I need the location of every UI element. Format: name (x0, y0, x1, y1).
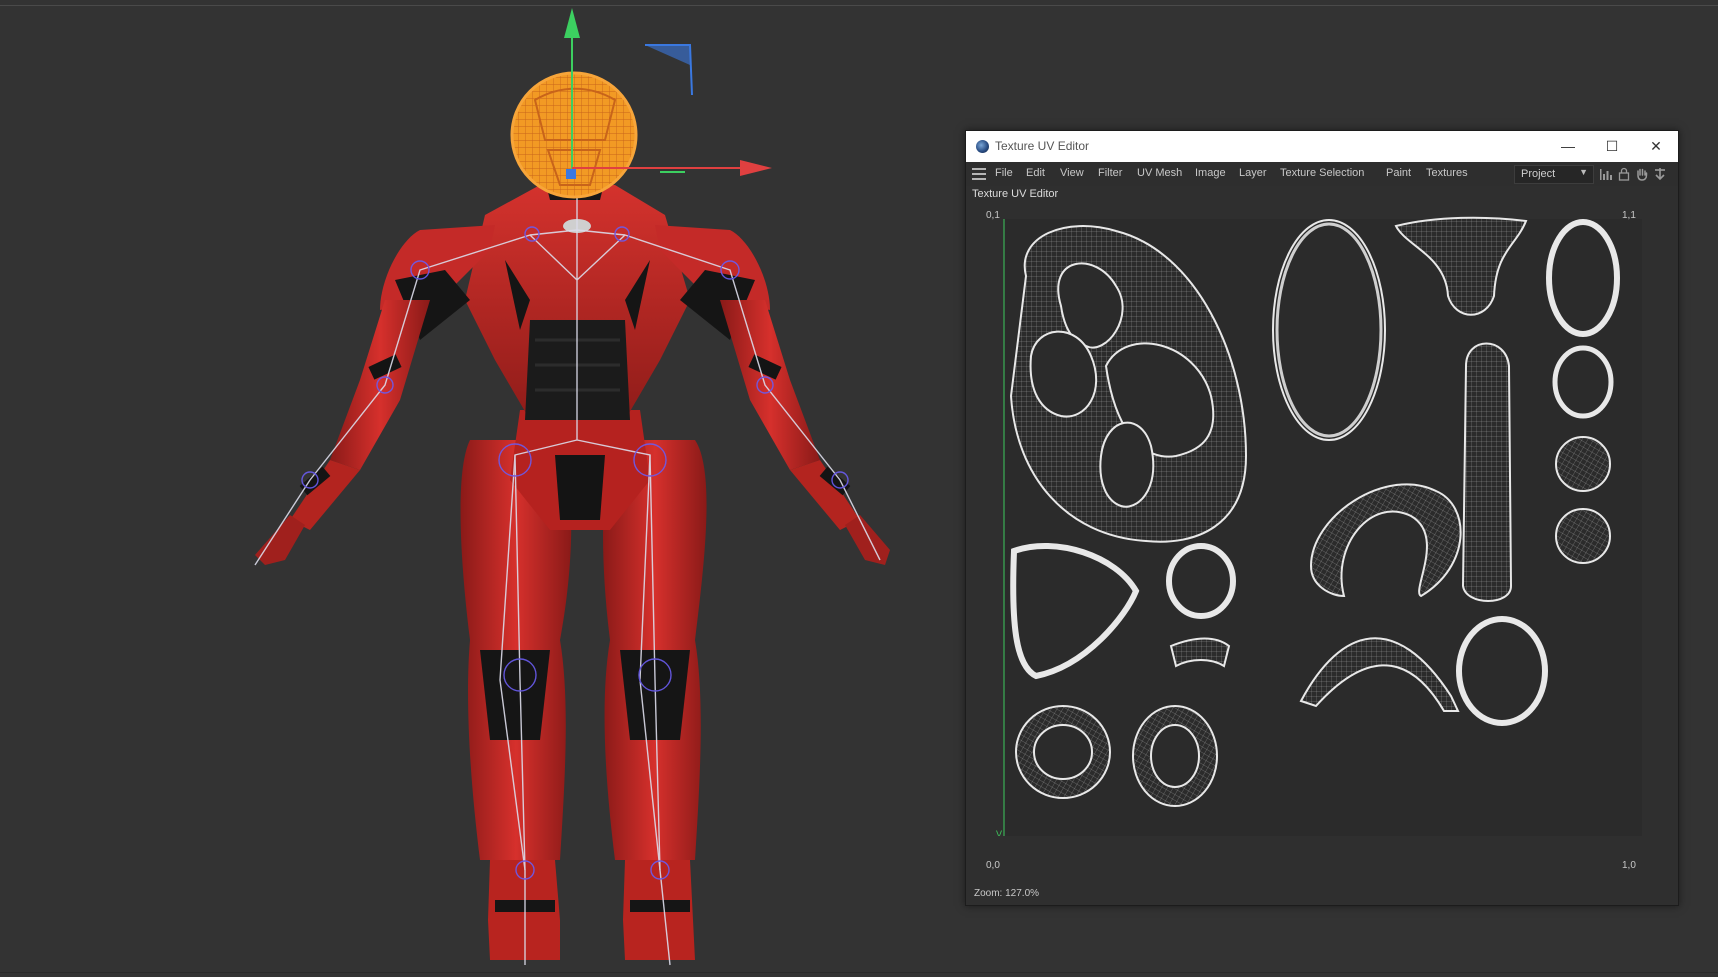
menu-paint[interactable]: Paint (1386, 167, 1411, 179)
mode-select-value: Project (1521, 168, 1556, 180)
menu-image[interactable]: Image (1195, 167, 1226, 179)
z-axis-handle (566, 169, 576, 179)
window-titlebar[interactable]: Texture UV Editor — ☐ ✕ (966, 131, 1678, 162)
uv-canvas[interactable]: V U 0,1 1,1 0,0 1,0 (966, 206, 1678, 871)
chevron-down-icon: ▼ (1579, 167, 1588, 177)
v-axis-label: V (996, 829, 1002, 836)
x-axis-arrow (740, 160, 772, 176)
minimize-icon[interactable]: — (1546, 131, 1590, 162)
right-arm (720, 300, 890, 565)
hamburger-menu-icon[interactable] (972, 168, 986, 180)
menu-uv-mesh[interactable]: UV Mesh (1137, 167, 1182, 179)
menu-edit[interactable]: Edit (1026, 167, 1045, 179)
uv-corner-top-left: 0,1 (986, 210, 1000, 221)
menu-view[interactable]: View (1060, 167, 1084, 179)
maximize-icon[interactable]: ☐ (1590, 131, 1634, 162)
hand-icon[interactable] (1635, 167, 1649, 181)
mode-select[interactable]: Project ▼ (1514, 165, 1594, 184)
menu-file[interactable]: File (995, 167, 1013, 179)
menu-filter[interactable]: Filter (1098, 167, 1122, 179)
menu-layer[interactable]: Layer (1239, 167, 1267, 179)
close-icon[interactable]: ✕ (1634, 131, 1678, 162)
texture-uv-editor-window[interactable]: Texture UV Editor — ☐ ✕ File Edit View F… (965, 130, 1679, 906)
zoom-status: Zoom: 127.0% (974, 888, 1040, 899)
y-axis-arrow (564, 8, 580, 38)
menu-textures[interactable]: Textures (1426, 167, 1468, 179)
histogram-icon[interactable] (1599, 167, 1613, 181)
uv-layout[interactable]: V U (966, 206, 1678, 868)
character-model[interactable] (0, 0, 960, 977)
menu-bar: File Edit View Filter UV Mesh Image Laye… (966, 162, 1678, 186)
panel-title: Texture UV Editor (972, 188, 1059, 200)
arrow-down-icon[interactable] (1653, 167, 1667, 181)
window-title: Texture UV Editor (995, 139, 1090, 153)
uv-corner-bottom-left: 0,0 (986, 860, 1000, 871)
lock-icon[interactable] (1617, 167, 1631, 181)
cinema4d-logo-icon (976, 140, 989, 153)
uv-corner-bottom-right: 1,0 (1622, 860, 1636, 871)
uv-corner-top-right: 1,1 (1622, 210, 1636, 221)
menu-texture-selection[interactable]: Texture Selection (1280, 167, 1364, 179)
